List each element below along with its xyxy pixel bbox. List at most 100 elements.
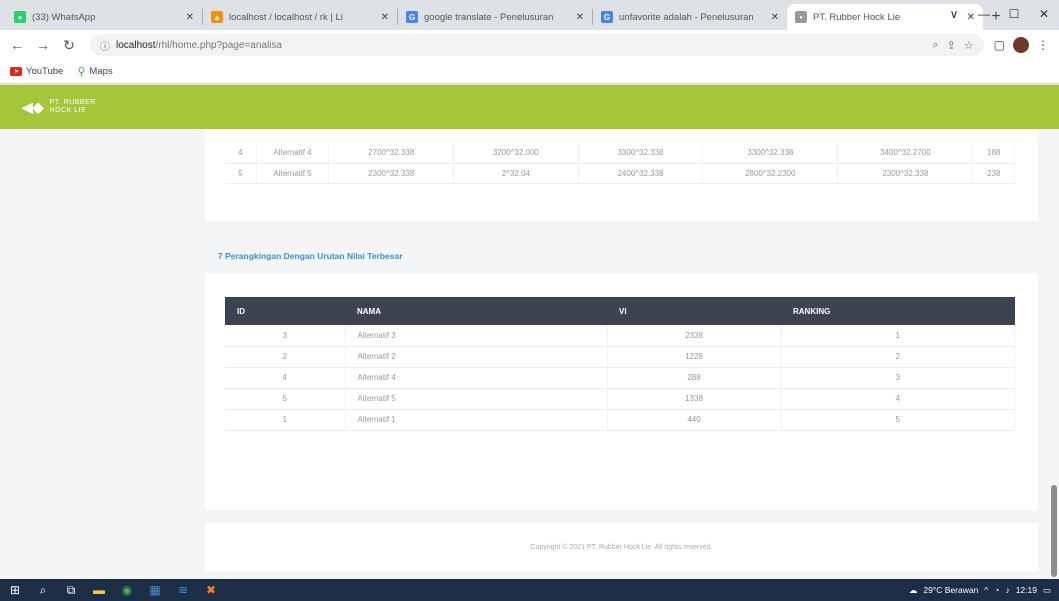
tab-title: (33) WhatsApp: [32, 11, 96, 23]
browser-tab[interactable]: Ggoogle translate - Penelusuran ✕: [398, 4, 592, 30]
xampp-icon[interactable]: ✖: [204, 583, 218, 597]
tab-close-icon[interactable]: ✕: [381, 12, 389, 23]
tab-favicon-icon: •: [795, 11, 807, 23]
table-header-row: ID NAMA VI RANKING: [225, 297, 1015, 325]
logo-icon[interactable]: ◀◆: [22, 99, 44, 116]
table-cell: 3300^32.338: [702, 143, 839, 164]
share-icon[interactable]: ⇪: [947, 39, 956, 52]
file-explorer-icon[interactable]: ▬: [92, 583, 106, 597]
tab-title: google translate - Penelusuran: [424, 11, 554, 23]
bookmark-youtube[interactable]: YouTube: [10, 66, 63, 77]
table-row: 3 Alternatif 3 2338 1: [225, 325, 1015, 347]
table-cell: 4: [225, 143, 257, 164]
windows-start-icon[interactable]: ⊞: [8, 583, 22, 597]
window-controls: ∨ — ☐ ✕: [939, 0, 1059, 28]
tab-title: localhost / localhost / rk | Li: [229, 11, 343, 23]
cell-vi: 288: [607, 367, 782, 389]
table-cell: 188: [972, 143, 1015, 164]
tab-close-icon[interactable]: ✕: [186, 12, 194, 23]
cell-rank: 2: [781, 346, 1015, 368]
reload-icon[interactable]: ↻: [58, 34, 80, 56]
normalization-card: 4 Alternatif 4 2700^32.338 3200^32.000 3300^…: [205, 129, 1038, 221]
browser-tab[interactable]: ● (33) WhatsApp ✕: [6, 4, 202, 30]
bookmark-label: YouTube: [26, 66, 64, 77]
sidepanel-icon[interactable]: ▢: [994, 38, 1005, 52]
table-row: 1 Alternatif 1 440 5: [225, 409, 1015, 431]
cell-rank: 3: [781, 367, 1015, 389]
notification-icon[interactable]: ▭: [1043, 585, 1051, 596]
app-icon[interactable]: ▦: [148, 583, 162, 597]
page-footer: Copyright © 2021 PT. Rubber Hock Lie. Al…: [205, 523, 1038, 571]
cell-nama: Alternatif 3: [345, 325, 608, 347]
table-cell: 3300^32.338: [578, 143, 704, 164]
network-icon[interactable]: ◔: [994, 585, 999, 595]
minimize-icon[interactable]: —: [969, 0, 999, 28]
cell-id: 4: [225, 367, 346, 389]
table-row: 5 Alternatif 5 2300^32.338 2^32.04 2400^32.3…: [225, 163, 1015, 184]
tab-title: PT. Rubber Hock Lie: [813, 11, 901, 23]
clock[interactable]: 12:19: [1016, 585, 1037, 595]
ranking-table: ID NAMA VI RANKING 3 Alternatif 3 2338 1 2 Al…: [225, 297, 1015, 431]
col-header-ranking: RANKING: [781, 297, 1015, 325]
tray-arrow-icon[interactable]: ^: [984, 585, 988, 595]
vscode-icon[interactable]: ≋: [176, 583, 190, 597]
tab-favicon-icon: G: [601, 11, 613, 23]
windows-taskbar: ⊞ ⌕ ⧉ ▬ ◉ ▦ ≋ ✖ ☁ 29°C Berawan ^ ◔ ♪ 12:…: [0, 579, 1059, 601]
table-cell: 2800^32.2300: [702, 163, 839, 184]
task-view-icon[interactable]: ⧉: [64, 583, 78, 597]
maximize-icon[interactable]: ☐: [999, 0, 1029, 28]
table-cell: 2300^32.338: [837, 163, 974, 184]
system-tray: ☁ 29°C Berawan ^ ◔ ♪ 12:19 ▭: [909, 579, 1051, 601]
table-cell: 3200^32.000: [453, 143, 579, 164]
table-row: 4 Alternatif 4 2700^32.338 3200^32.000 3300^…: [225, 143, 1015, 164]
weather-text[interactable]: 29°C Berawan: [923, 585, 978, 595]
table-row: 5 Alternatif 5 1338 4: [225, 388, 1015, 410]
table-cell: 2400^32.338: [578, 163, 704, 184]
address-bar[interactable]: ⓘ localhost/rhl/home.php?page=analisa ⌕ …: [90, 34, 984, 56]
site-logo[interactable]: PT. RUBBER HOCK LIE: [50, 99, 96, 115]
cell-vi: 1338: [607, 388, 782, 410]
back-icon[interactable]: ←: [6, 34, 28, 56]
cell-rank: 5: [781, 409, 1015, 431]
cell-nama: Alternatif 2: [345, 346, 608, 368]
volume-icon[interactable]: ♪: [1005, 585, 1009, 595]
forward-icon[interactable]: →: [32, 34, 54, 56]
menu-icon[interactable]: ⋮: [1037, 38, 1049, 52]
browser-tabstrip: ● (33) WhatsApp ✕ ▲ localhost / localhost / …: [0, 0, 1059, 30]
table-cell: 3400^32.2700: [837, 143, 974, 164]
table-cell: 2300^32.338: [328, 163, 455, 184]
page-content: ◀◆ PT. RUBBER HOCK LIE 4 Alternatif 4 2700…: [0, 85, 1059, 579]
page-scrollbar[interactable]: [1051, 485, 1057, 577]
browser-toolbar: ← → ↻ ⓘ localhost/rhl/home.php?page=anal…: [0, 30, 1059, 60]
zoom-icon[interactable]: ⌕: [932, 39, 938, 52]
weather-icon[interactable]: ☁: [909, 585, 918, 596]
chrome-icon[interactable]: ◉: [120, 583, 134, 597]
ranking-section-title: 7 Perangkingan Dengan Urutan Nilai Terbe…: [218, 251, 403, 261]
tab-close-icon[interactable]: ✕: [771, 12, 779, 23]
table-cell: 2^32.04: [453, 163, 579, 184]
col-header-nama: NAMA: [345, 297, 607, 325]
search-icon[interactable]: ⌕: [36, 583, 50, 597]
logo-line2: HOCK LIE: [49, 107, 87, 114]
bookmark-star-icon[interactable]: ☆: [964, 39, 974, 52]
browser-tab[interactable]: Gunfavorite adalah - Penelusuran ✕: [593, 4, 787, 30]
close-window-icon[interactable]: ✕: [1029, 0, 1059, 28]
browser-tab[interactable]: ▲ localhost / localhost / rk | Li ✕: [203, 4, 397, 30]
ranking-card: ID NAMA VI RANKING 3 Alternatif 3 2338 1 2 Al…: [205, 273, 1038, 510]
profile-avatar[interactable]: [1013, 37, 1029, 53]
cell-id: 2: [225, 346, 346, 368]
bookmarks-bar: YouTube ⚲ Maps: [0, 60, 1059, 84]
tab-favicon-icon: G: [406, 11, 418, 23]
cell-rank: 4: [781, 388, 1015, 410]
table-row: 4 Alternatif 4 288 3: [225, 367, 1015, 389]
tab-title: unfavorite adalah - Penelusuran: [619, 11, 754, 23]
col-header-id: ID: [225, 297, 345, 325]
cell-nama: Alternatif 4: [345, 367, 608, 389]
cell-vi: 440: [607, 409, 782, 431]
bookmark-maps[interactable]: ⚲ Maps: [77, 65, 112, 78]
tab-search-icon[interactable]: ∨: [939, 0, 969, 28]
url-path: /rhl/home.php?page=analisa: [155, 39, 282, 51]
tab-close-icon[interactable]: ✕: [576, 12, 584, 23]
cell-id: 1: [225, 409, 346, 431]
site-info-icon[interactable]: ⓘ: [100, 38, 110, 53]
